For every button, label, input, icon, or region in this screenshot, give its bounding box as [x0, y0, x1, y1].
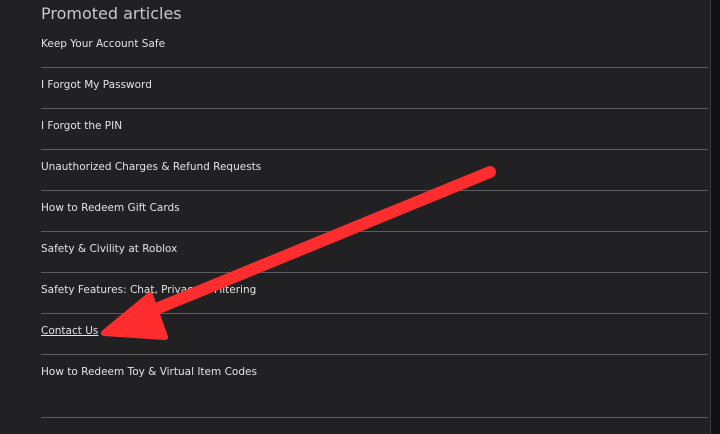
- article-link-forgot-pin[interactable]: I Forgot the PIN: [41, 120, 122, 132]
- article-item: Safety & Civility at Roblox: [41, 232, 708, 273]
- article-link-safety-features[interactable]: Safety Features: Chat, Privacy & Filteri…: [41, 284, 256, 296]
- page: Promoted articles Keep Your Account Safe…: [0, 0, 720, 434]
- article-link-redeem-gift-cards[interactable]: How to Redeem Gift Cards: [41, 202, 180, 214]
- article-link-safety-civility[interactable]: Safety & Civility at Roblox: [41, 243, 177, 255]
- article-link-unauthorized-charges[interactable]: Unauthorized Charges & Refund Requests: [41, 161, 261, 173]
- article-link-keep-account-safe[interactable]: Keep Your Account Safe: [41, 38, 165, 50]
- article-link-contact-us[interactable]: Contact Us: [41, 325, 98, 337]
- article-item: Safety Features: Chat, Privacy & Filteri…: [41, 273, 708, 314]
- article-link-redeem-toy-codes[interactable]: How to Redeem Toy & Virtual Item Codes: [41, 366, 257, 378]
- section-heading: Promoted articles: [41, 4, 182, 23]
- article-link-forgot-password[interactable]: I Forgot My Password: [41, 79, 152, 91]
- vertical-scrollbar[interactable]: [710, 0, 720, 434]
- article-item: Keep Your Account Safe: [41, 27, 708, 68]
- article-item: I Forgot the PIN: [41, 109, 708, 150]
- article-item: I Forgot My Password: [41, 68, 708, 109]
- article-item: Contact Us: [41, 314, 708, 355]
- article-item: Unauthorized Charges & Refund Requests: [41, 150, 708, 191]
- article-item: How to Redeem Gift Cards: [41, 191, 708, 232]
- article-list: Keep Your Account Safe I Forgot My Passw…: [41, 27, 708, 418]
- article-item: How to Redeem Toy & Virtual Item Codes: [41, 355, 708, 418]
